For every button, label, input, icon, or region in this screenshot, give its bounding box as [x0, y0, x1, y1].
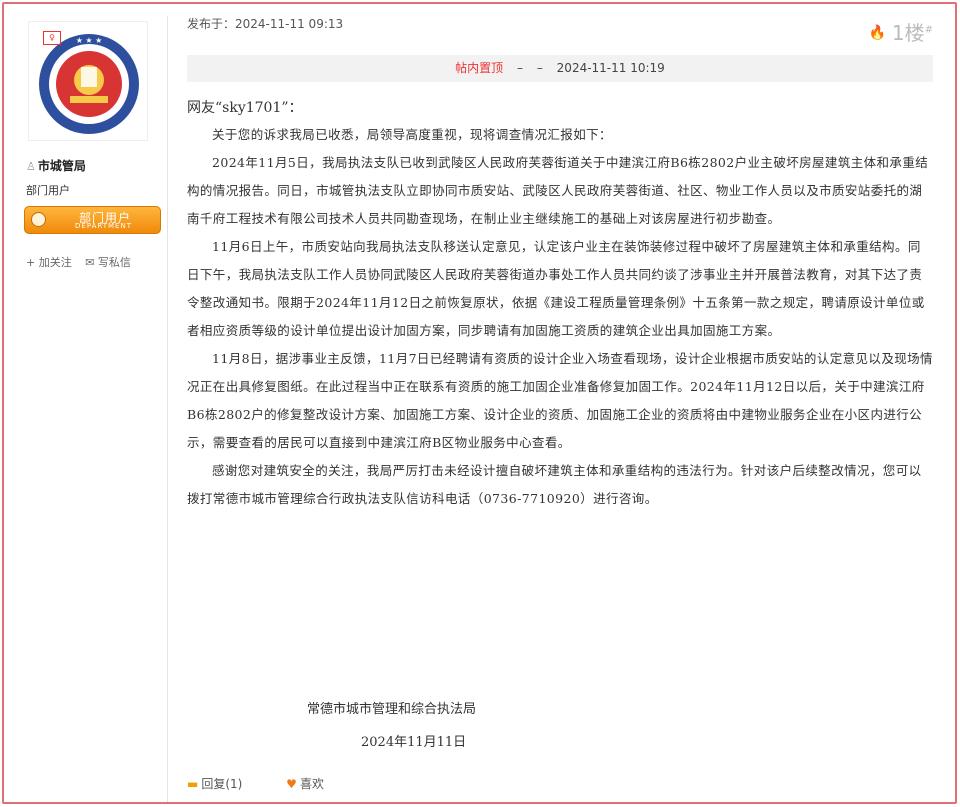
post-footer: ▬ 回复(1) ♥ 喜欢: [187, 775, 364, 792]
flame-icon: 🔥: [868, 25, 886, 41]
signature: 常德市城市管理和综合执法局: [307, 702, 477, 717]
like-label: 喜欢: [299, 777, 324, 791]
follow-button[interactable]: + 加关注: [26, 256, 72, 269]
department-medal: 部门用户 DEPARTMENT: [24, 206, 161, 234]
paragraph: 感谢您对建筑安全的关注，我局严厉打击未经设计擅自破坏建筑主体和承重结构的违法行为…: [187, 463, 922, 506]
paragraph: 2024年11月5日，我局执法支队已收到武陵区人民政府芙蓉街道关于中建滨江府B6…: [187, 155, 929, 226]
avatar-badge-icon: ♀: [43, 31, 61, 45]
avatar[interactable]: ★ ★ ★ ♀: [28, 21, 148, 141]
user-icon: ♙: [26, 160, 36, 173]
reply-label: 回复(1): [201, 777, 243, 791]
username[interactable]: ♙ 市城管局: [26, 157, 86, 174]
paragraph: 11月6日上午，市质安站向我局执法支队移送认定意见，认定该户业主在装饰装修过程中…: [187, 239, 925, 338]
signature-date: 2024年11月11日: [361, 735, 467, 750]
post-content: 发布于：2024-11-11 09:13 🔥 1楼# 帖内置顶 – – 2024-…: [187, 0, 937, 807]
floor-label: 1楼: [891, 21, 925, 45]
post-timestamp: 发布于：2024-11-11 09:13: [187, 17, 344, 31]
post-body: 网友“sky1701”： 关于您的诉求我局已收悉，局领导高度重视，现将调查情况汇…: [187, 97, 933, 513]
svg-text:★ ★ ★: ★ ★ ★: [76, 36, 103, 45]
reply-icon: ▬: [187, 777, 199, 791]
username-link[interactable]: 市城管局: [38, 159, 86, 173]
pin-dash: –: [536, 61, 543, 75]
reply-button[interactable]: ▬ 回复(1): [187, 777, 262, 791]
floor-number[interactable]: 🔥 1楼#: [868, 17, 933, 46]
user-group: 部门用户: [26, 184, 70, 197]
paragraph: 11月8日，据涉事业主反馈，11月7日已经聘请有资质的设计企业入场查看现场，设计…: [187, 351, 933, 450]
like-button[interactable]: ♥ 喜欢: [286, 777, 344, 791]
pinned-bar: 帖内置顶 – – 2024-11-11 10:19: [187, 55, 933, 82]
medal-icon: [31, 212, 46, 227]
user-actions: + 加关注 ✉ 写私信: [26, 254, 141, 270]
pin-label[interactable]: 帖内置顶: [455, 61, 503, 75]
greeting: 网友“sky1701”：: [187, 100, 303, 116]
floor-mark: #: [924, 24, 933, 36]
message-button[interactable]: ✉ 写私信: [85, 256, 131, 269]
medal-subtitle: DEPARTMENT: [75, 222, 132, 230]
heart-icon: ♥: [286, 777, 297, 791]
pin-dash: –: [517, 61, 524, 75]
author-sidebar: ★ ★ ★ ♀ ♙ 市城管局 部门用户 部门用户 DEPARTMENT + 加关注…: [18, 16, 168, 802]
paragraph: 关于您的诉求我局已收悉，局领导高度重视，现将调查情况汇报如下：: [212, 127, 612, 142]
pin-time: 2024-11-11 10:19: [556, 61, 665, 75]
